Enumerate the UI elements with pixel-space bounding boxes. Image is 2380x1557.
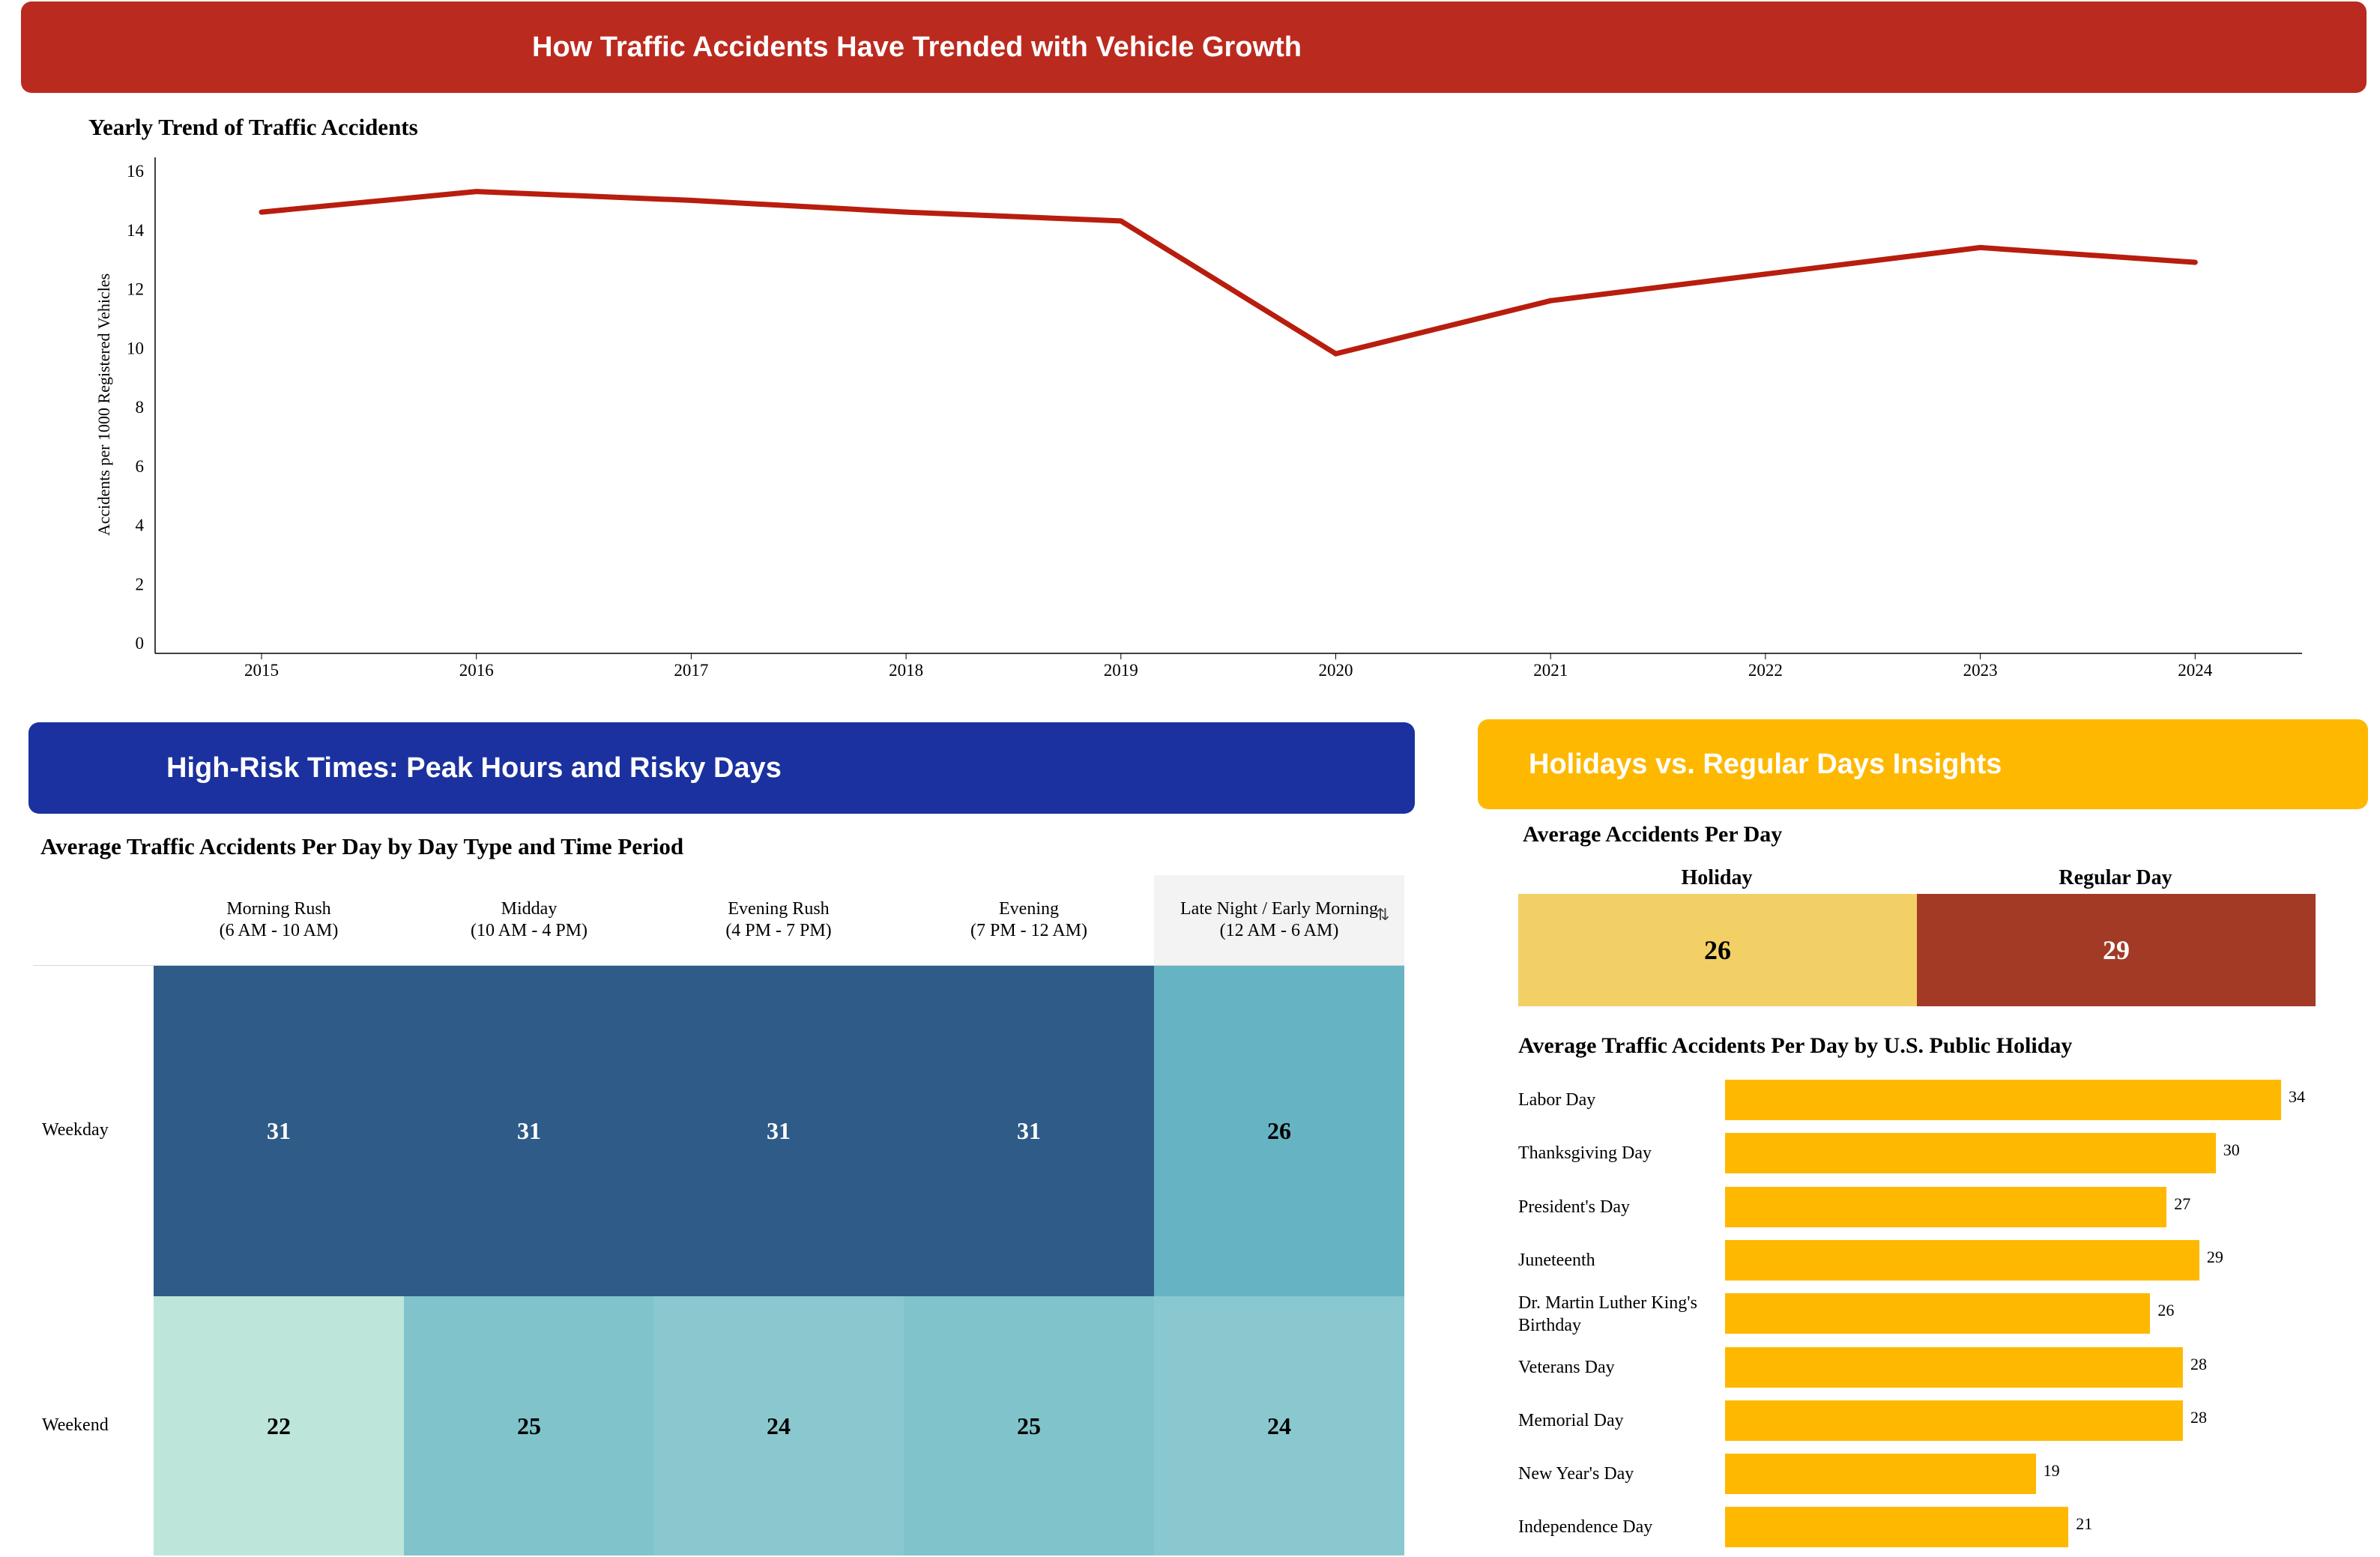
holiday-bar (1725, 1186, 2167, 1227)
y-tick-label: 10 (127, 339, 144, 357)
trend-point (2192, 259, 2198, 265)
x-tick-label: 2019 (1104, 661, 1138, 680)
holiday-bar (1725, 1239, 2199, 1281)
trend-point (688, 197, 694, 203)
holiday-bar (1725, 1400, 2184, 1441)
holiday-bar (1725, 1080, 2281, 1120)
y-tick-label: 4 (136, 516, 145, 535)
bar-value-label: 21 (2076, 1514, 2093, 1534)
trend-point (474, 189, 480, 195)
trend-point (1118, 218, 1124, 224)
heatmap-cell: 31 (904, 965, 1154, 1296)
column-header-name: Evening (999, 899, 1059, 919)
column-header-name: Late Night / Early Morning (1180, 899, 1378, 919)
bar-category-label: Thanksgiving Day (1518, 1143, 1652, 1164)
trend-point (1333, 351, 1338, 357)
heatmap-cell: 24 (653, 1296, 904, 1556)
bar-category-label: Memorial Day (1518, 1410, 1624, 1430)
column-header-name: Midday (501, 899, 558, 919)
holiday-bar (1725, 1454, 2036, 1495)
bar-value-label: 19 (2043, 1461, 2060, 1481)
bar-category-label: Labor Day (1518, 1090, 1596, 1110)
sort-icon[interactable]: ⇅ (1376, 905, 1389, 925)
bar-category-label: Veterans Day (1518, 1357, 1615, 1377)
x-tick-label: 2022 (1748, 661, 1783, 680)
x-tick-label: 2018 (889, 661, 923, 680)
heatmap-column-header: Evening (7 PM - 12 AM) (904, 875, 1154, 965)
heatmap-column-header[interactable]: Late Night / Early Morning (12 AM - 6 AM) (1154, 875, 1404, 965)
column-header-name: Evening Rush (728, 899, 830, 919)
y-tick-label: 2 (136, 575, 145, 593)
bar-category-label: Dr. Martin Luther King's Birthday (1518, 1293, 1697, 1336)
heatmap-cell: 26 (1154, 965, 1404, 1296)
y-tick-label: 8 (136, 398, 145, 417)
heatmap-cell: 31 (653, 965, 904, 1296)
regular-day-value-cell: 29 (1917, 894, 2316, 1006)
heatmap-cell: 31 (404, 965, 654, 1296)
trend-point (259, 209, 265, 215)
line-chart: 0 2 4 6 8 10 12 14 16 2015 2016 2017 2018 2019 2020 20… (94, 157, 2302, 680)
avg-accidents-title: Average Accidents Per Day (1523, 822, 1783, 847)
x-tick-label: 2015 (244, 661, 279, 680)
bar-category-label: Juneteenth (1518, 1250, 1595, 1270)
bar-value-label: 28 (2190, 1407, 2208, 1427)
trend-point (1547, 297, 1553, 303)
heatmap-cell: 24 (1154, 1296, 1404, 1556)
trend-point (1763, 271, 1769, 277)
holiday-bar-chart-title: Average Traffic Accidents Per Day by U.S… (1518, 1033, 2073, 1058)
holiday-bar (1725, 1133, 2216, 1174)
x-tick-label: 2017 (674, 661, 708, 680)
holiday-bar (1725, 1293, 2151, 1334)
holiday-label: Holiday (1681, 866, 1753, 889)
heatmap-header-divider (33, 965, 1404, 966)
heatmap-row-label: Weekend (42, 1415, 109, 1435)
bar-value-label: 26 (2157, 1301, 2175, 1320)
x-tick-label: 2021 (1533, 661, 1568, 680)
bar-value-label: 27 (2174, 1194, 2191, 1213)
trend-point (1978, 244, 1984, 250)
y-axis-label: Accidents per 1000 Registered Vehicles (94, 273, 113, 536)
heatmap-cell: 31 (154, 965, 404, 1296)
x-tick-label: 2020 (1319, 661, 1353, 680)
trend-line-series (261, 189, 2196, 357)
column-header-name: Morning Rush (226, 899, 331, 919)
y-tick-label: 6 (136, 457, 145, 476)
heatmap-column-header: Evening Rush (4 PM - 7 PM) (653, 875, 904, 965)
y-tick-label: 14 (127, 221, 145, 240)
regular-day-label: Regular Day (2059, 866, 2172, 889)
holiday-bar (1725, 1507, 2069, 1548)
heatmap-column-header: Morning Rush (6 AM - 10 AM) (154, 875, 404, 965)
column-header-time-range: (7 PM - 12 AM) (970, 921, 1087, 940)
bar-category-label: Independence Day (1518, 1517, 1653, 1538)
column-header-time-range: (6 AM - 10 AM) (219, 921, 339, 940)
y-tick-label: 12 (127, 280, 144, 299)
holidays-section-title: Holidays vs. Regular Days Insights (1529, 748, 2002, 780)
heatmap-column-header: Midday (10 AM - 4 PM) (404, 875, 654, 965)
column-header-time-range: (12 AM - 6 AM) (1219, 921, 1339, 940)
holidays-section-banner: Holidays vs. Regular Days Insights (1478, 719, 2368, 809)
high-risk-section-title: High-Risk Times: Peak Hours and Risky Da… (166, 752, 782, 784)
bar-value-label: 28 (2190, 1354, 2208, 1373)
heatmap-title: Average Traffic Accidents Per Day by Day… (40, 833, 684, 859)
heatmap-cell: 25 (904, 1296, 1154, 1556)
heatmap-cell: 25 (404, 1296, 654, 1556)
trend-point (903, 209, 909, 215)
x-tick-label: 2024 (2178, 661, 2213, 680)
bar-category-label: President's Day (1518, 1197, 1630, 1217)
y-tick-label: 16 (127, 162, 144, 181)
heatmap-row-label: Weekday (42, 1120, 109, 1140)
bar-value-label: 29 (2206, 1247, 2223, 1266)
holiday-bar (1725, 1346, 2184, 1388)
y-tick-label: 0 (136, 634, 145, 653)
bar-value-label: 30 (2223, 1140, 2240, 1160)
heatmap-cell: 22 (154, 1296, 404, 1556)
bar-category-label: New Year's Day (1518, 1464, 1634, 1484)
x-tick-label: 2023 (1963, 661, 1998, 680)
column-header-time-range: (4 PM - 7 PM) (725, 921, 832, 940)
x-tick-label: 2016 (459, 661, 494, 680)
high-risk-section-banner: High-Risk Times: Peak Hours and Risky Da… (28, 722, 1415, 814)
holiday-value-cell: 26 (1518, 894, 1917, 1006)
column-header-time-range: (10 AM - 4 PM) (470, 921, 588, 940)
bar-value-label: 34 (2289, 1087, 2305, 1106)
